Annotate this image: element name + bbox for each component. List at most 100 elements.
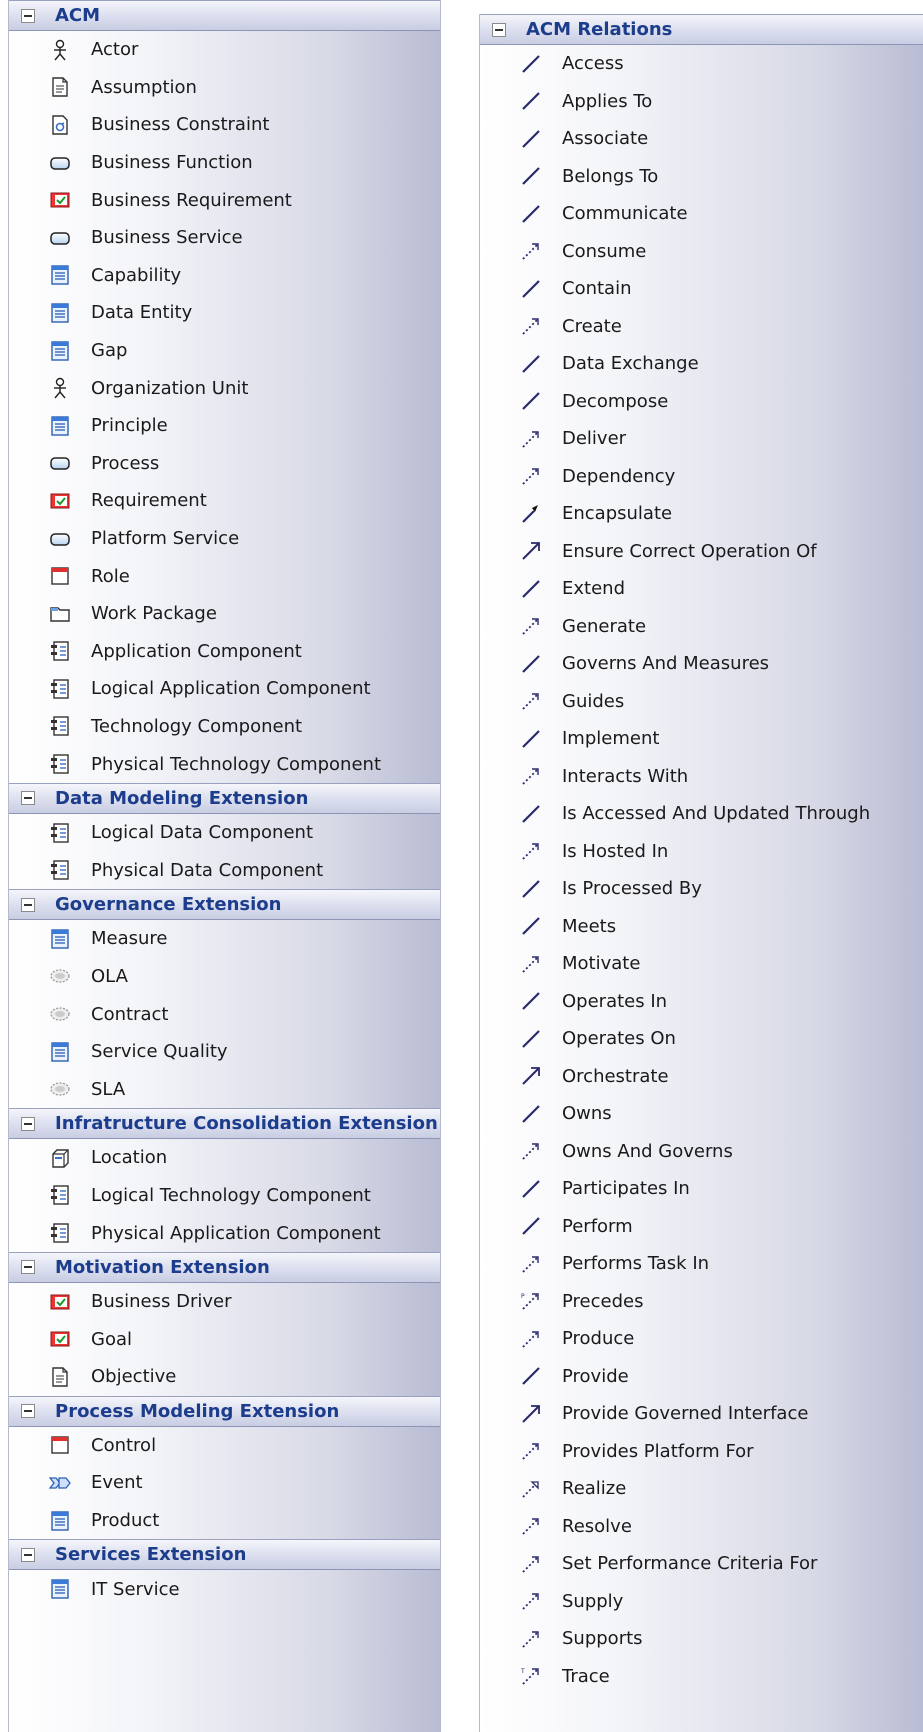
toolbox-item-business-service[interactable]: Business Service bbox=[9, 219, 440, 257]
toolbox-item-dependency[interactable]: Dependency bbox=[480, 458, 923, 496]
toolbox-item-generate[interactable]: Generate bbox=[480, 608, 923, 646]
ellipse-icon bbox=[49, 1003, 71, 1025]
toolbox-item-principle[interactable]: Principle bbox=[9, 407, 440, 445]
toolbox-item-extend[interactable]: Extend bbox=[480, 570, 923, 608]
toolbox-item-event[interactable]: Event bbox=[9, 1464, 440, 1502]
toolbox-item-data-entity[interactable]: Data Entity bbox=[9, 294, 440, 332]
toolbox-item-belongs-to[interactable]: Belongs To bbox=[480, 158, 923, 196]
group-header-acm-relations[interactable]: ACM Relations bbox=[480, 14, 923, 45]
toolbox-item-provide[interactable]: Provide bbox=[480, 1358, 923, 1396]
toolbox-item-supply[interactable]: Supply bbox=[480, 1583, 923, 1621]
toolbox-item-produce[interactable]: Produce bbox=[480, 1320, 923, 1358]
toolbox-item-applies-to[interactable]: Applies To bbox=[480, 83, 923, 121]
toolbox-item-create[interactable]: Create bbox=[480, 308, 923, 346]
toolbox-item-encapsulate[interactable]: Encapsulate bbox=[480, 495, 923, 533]
collapse-toggle-icon[interactable] bbox=[21, 1260, 35, 1275]
toolbox-item-organization-unit[interactable]: Organization Unit bbox=[9, 369, 440, 407]
toolbox-item-associate[interactable]: Associate bbox=[480, 120, 923, 158]
group-header-motivation-extension[interactable]: Motivation Extension bbox=[9, 1251, 440, 1283]
toolbox-item-business-function[interactable]: Business Function bbox=[9, 144, 440, 182]
toolbox-item-is-accessed-and-updated-through[interactable]: Is Accessed And Updated Through bbox=[480, 795, 923, 833]
toolbox-item-measure[interactable]: Measure bbox=[9, 920, 440, 958]
toolbox-item-supports[interactable]: Supports bbox=[480, 1620, 923, 1658]
toolbox-item-is-processed-by[interactable]: Is Processed By bbox=[480, 870, 923, 908]
group-title: ACM bbox=[55, 5, 101, 26]
toolbox-item-sla[interactable]: SLA bbox=[9, 1070, 440, 1108]
toolbox-item-business-driver[interactable]: Business Driver bbox=[9, 1283, 440, 1321]
toolbox-item-label: Assumption bbox=[91, 76, 197, 98]
toolbox-item-set-performance-criteria-for[interactable]: Set Performance Criteria For bbox=[480, 1545, 923, 1583]
group-header-infratructure-consolidation-extension[interactable]: Infratructure Consolidation Extension bbox=[9, 1108, 440, 1140]
toolbox-item-perform[interactable]: Perform bbox=[480, 1208, 923, 1246]
toolbox-item-business-constraint[interactable]: Business Constraint bbox=[9, 106, 440, 144]
toolbox-item-service-quality[interactable]: Service Quality bbox=[9, 1033, 440, 1071]
toolbox-item-implement[interactable]: Implement bbox=[480, 720, 923, 758]
toolbox-item-it-service[interactable]: IT Service bbox=[9, 1570, 440, 1608]
toolbox-item-provides-platform-for[interactable]: Provides Platform For bbox=[480, 1433, 923, 1471]
collapse-toggle-icon[interactable] bbox=[21, 1116, 35, 1131]
collapse-toggle-icon[interactable] bbox=[21, 8, 35, 23]
toolbox-item-physical-data-component[interactable]: Physical Data Component bbox=[9, 851, 440, 889]
toolbox-item-trace[interactable]: T Trace bbox=[480, 1658, 923, 1696]
toolbox-item-role[interactable]: Role bbox=[9, 557, 440, 595]
toolbox-item-product[interactable]: Product bbox=[9, 1502, 440, 1540]
toolbox-item-business-requirement[interactable]: Business Requirement bbox=[9, 181, 440, 219]
toolbox-item-provide-governed-interface[interactable]: Provide Governed Interface bbox=[480, 1395, 923, 1433]
toolbox-item-operates-in[interactable]: Operates In bbox=[480, 983, 923, 1021]
toolbox-item-gap[interactable]: Gap bbox=[9, 332, 440, 370]
toolbox-item-ensure-correct-operation-of[interactable]: Ensure Correct Operation Of bbox=[480, 533, 923, 571]
toolbox-item-contract[interactable]: Contract bbox=[9, 995, 440, 1033]
toolbox-item-deliver[interactable]: Deliver bbox=[480, 420, 923, 458]
toolbox-item-performs-task-in[interactable]: Performs Task In bbox=[480, 1245, 923, 1283]
toolbox-item-logical-technology-component[interactable]: Logical Technology Component bbox=[9, 1177, 440, 1215]
toolbox-item-ola[interactable]: OLA bbox=[9, 958, 440, 996]
toolbox-item-communicate[interactable]: Communicate bbox=[480, 195, 923, 233]
toolbox-item-realize[interactable]: Realize bbox=[480, 1470, 923, 1508]
group-header-acm[interactable]: ACM bbox=[9, 0, 440, 31]
toolbox-item-location[interactable]: Location bbox=[9, 1139, 440, 1177]
toolbox-item-precedes[interactable]: P Precedes bbox=[480, 1283, 923, 1321]
collapse-toggle-icon[interactable] bbox=[21, 1547, 35, 1562]
collapse-toggle-icon[interactable] bbox=[21, 897, 35, 912]
toolbox-item-operates-on[interactable]: Operates On bbox=[480, 1020, 923, 1058]
toolbox-item-resolve[interactable]: Resolve bbox=[480, 1508, 923, 1546]
toolbox-item-physical-technology-component[interactable]: Physical Technology Component bbox=[9, 745, 440, 783]
toolbox-item-platform-service[interactable]: Platform Service bbox=[9, 520, 440, 558]
toolbox-item-technology-component[interactable]: Technology Component bbox=[9, 708, 440, 746]
toolbox-item-meets[interactable]: Meets bbox=[480, 908, 923, 946]
toolbox-item-goal[interactable]: Goal bbox=[9, 1320, 440, 1358]
toolbox-item-logical-data-component[interactable]: Logical Data Component bbox=[9, 814, 440, 852]
toolbox-item-requirement[interactable]: Requirement bbox=[9, 482, 440, 520]
toolbox-item-application-component[interactable]: Application Component bbox=[9, 633, 440, 671]
toolbox-item-access[interactable]: Access bbox=[480, 45, 923, 83]
toolbox-item-interacts-with[interactable]: Interacts With bbox=[480, 758, 923, 796]
toolbox-item-assumption[interactable]: Assumption bbox=[9, 69, 440, 107]
toolbox-item-orchestrate[interactable]: Orchestrate bbox=[480, 1058, 923, 1096]
toolbox-item-consume[interactable]: Consume bbox=[480, 233, 923, 271]
toolbox-item-objective[interactable]: Objective bbox=[9, 1358, 440, 1396]
toolbox-item-actor[interactable]: Actor bbox=[9, 31, 440, 69]
toolbox-item-contain[interactable]: Contain bbox=[480, 270, 923, 308]
toolbox-item-process[interactable]: Process bbox=[9, 445, 440, 483]
toolbox-item-is-hosted-in[interactable]: Is Hosted In bbox=[480, 833, 923, 871]
toolbox-item-control[interactable]: Control bbox=[9, 1427, 440, 1465]
toolbox-item-decompose[interactable]: Decompose bbox=[480, 383, 923, 421]
toolbox-item-logical-application-component[interactable]: Logical Application Component bbox=[9, 670, 440, 708]
group-header-process-modeling-extension[interactable]: Process Modeling Extension bbox=[9, 1395, 440, 1427]
collapse-toggle-icon[interactable] bbox=[21, 1404, 35, 1419]
toolbox-item-participates-in[interactable]: Participates In bbox=[480, 1170, 923, 1208]
toolbox-item-owns[interactable]: Owns bbox=[480, 1095, 923, 1133]
toolbox-item-motivate[interactable]: Motivate bbox=[480, 945, 923, 983]
collapse-toggle-icon[interactable] bbox=[21, 791, 35, 806]
toolbox-item-capability[interactable]: Capability bbox=[9, 257, 440, 295]
toolbox-item-work-package[interactable]: Work Package bbox=[9, 595, 440, 633]
group-header-services-extension[interactable]: Services Extension bbox=[9, 1539, 440, 1571]
toolbox-item-governs-and-measures[interactable]: Governs And Measures bbox=[480, 645, 923, 683]
toolbox-item-owns-and-governs[interactable]: Owns And Governs bbox=[480, 1133, 923, 1171]
toolbox-item-physical-application-component[interactable]: Physical Application Component bbox=[9, 1214, 440, 1252]
group-header-governance-extension[interactable]: Governance Extension bbox=[9, 889, 440, 921]
group-header-data-modeling-extension[interactable]: Data Modeling Extension bbox=[9, 782, 440, 814]
toolbox-item-guides[interactable]: Guides bbox=[480, 683, 923, 721]
collapse-toggle-icon[interactable] bbox=[492, 22, 506, 37]
toolbox-item-data-exchange[interactable]: Data Exchange bbox=[480, 345, 923, 383]
